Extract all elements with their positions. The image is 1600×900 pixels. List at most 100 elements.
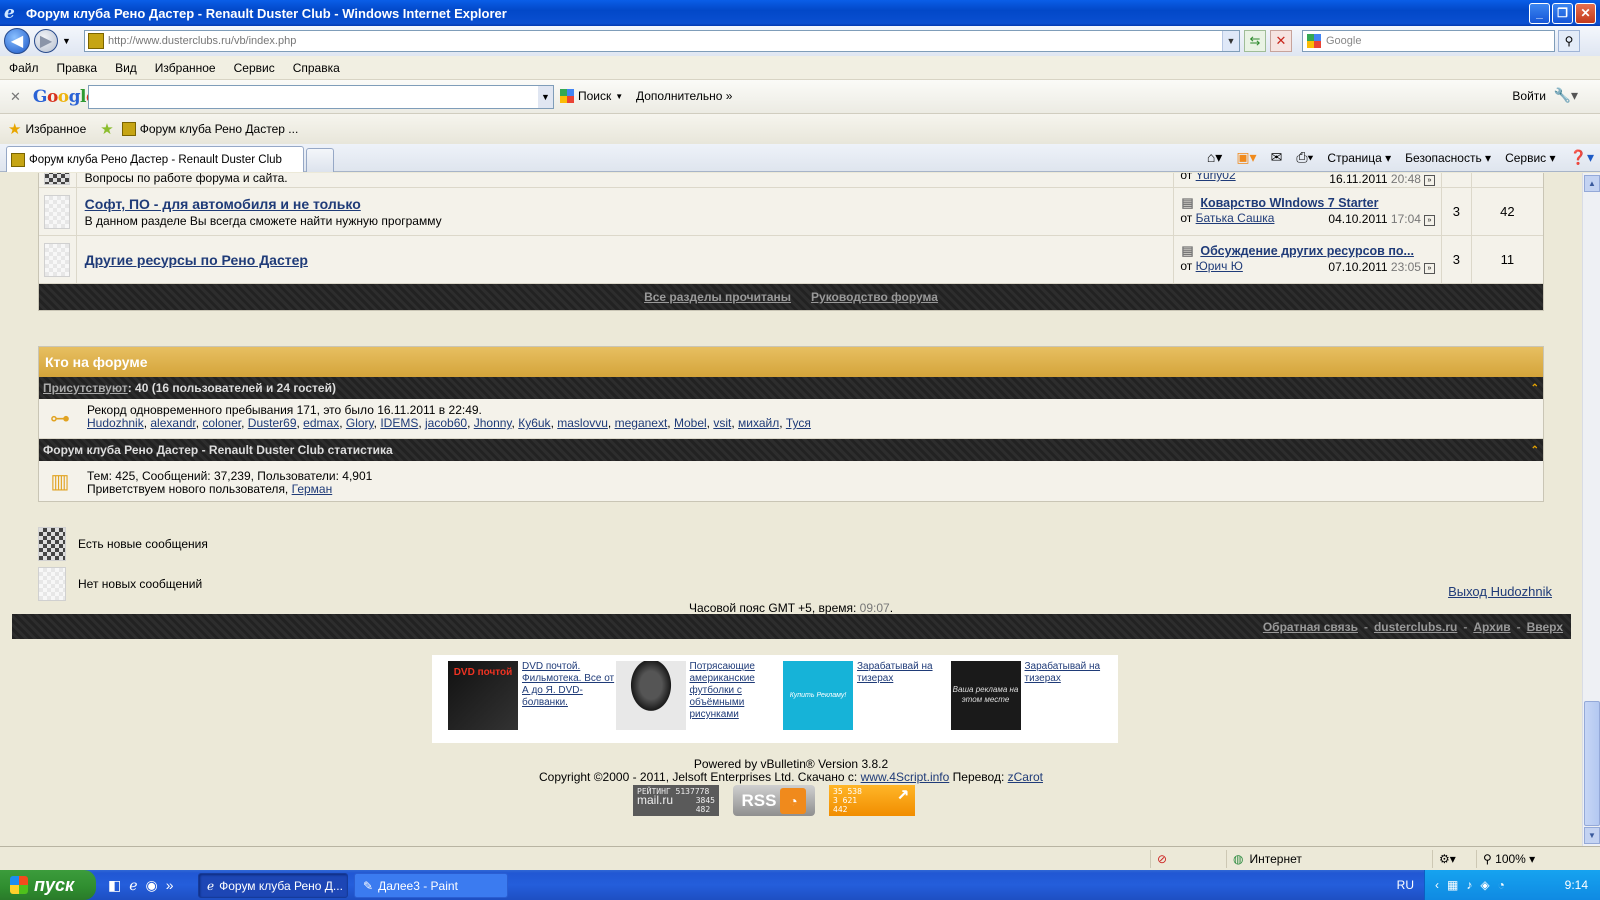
media-player-icon[interactable]: ◉ bbox=[146, 877, 158, 894]
browser-search-input[interactable]: Google bbox=[1302, 30, 1555, 52]
last-post-author[interactable]: Батька Сашка bbox=[1196, 211, 1275, 225]
home-icon[interactable]: ⌂▾ bbox=[1207, 149, 1222, 166]
show-desktop-icon[interactable]: ◧ bbox=[108, 877, 121, 894]
menu-help[interactable]: Справка bbox=[284, 61, 349, 75]
new-tab-button[interactable] bbox=[306, 148, 334, 172]
last-post-author[interactable]: Юрич Ю bbox=[1196, 259, 1243, 273]
menu-tools[interactable]: Сервис bbox=[225, 61, 284, 75]
mailru-rating-badge[interactable]: РЕЙТИНГ 5137778 mail.ru 3845 482 bbox=[633, 785, 719, 816]
start-button[interactable]: пуск bbox=[0, 870, 96, 900]
menu-view[interactable]: Вид bbox=[106, 61, 146, 75]
last-post-title-link[interactable]: Коварство WIndows 7 Starter bbox=[1180, 196, 1435, 210]
chevron-down-icon[interactable]: ▼ bbox=[538, 86, 553, 108]
go-to-last-post-icon[interactable]: » bbox=[1423, 175, 1435, 186]
site-link[interactable]: dusterclubs.ru bbox=[1374, 620, 1457, 634]
history-dropdown-icon[interactable]: ▼ bbox=[62, 36, 71, 46]
help-icon[interactable]: ❓▾ bbox=[1570, 149, 1594, 166]
security-center-icon[interactable]: ◈ bbox=[1480, 878, 1489, 892]
last-post-author[interactable]: Yuriy02 bbox=[1196, 173, 1236, 182]
page-menu[interactable]: Страница ▾ bbox=[1327, 151, 1391, 165]
address-dropdown-icon[interactable]: ▼ bbox=[1222, 31, 1239, 51]
rss-icon[interactable]: ▣▾ bbox=[1236, 149, 1256, 166]
online-user-link[interactable]: IDEMS bbox=[380, 416, 418, 430]
google-login-button[interactable]: Войти bbox=[1512, 89, 1546, 103]
ad-text-link[interactable]: Потрясающие американские футболки с объё… bbox=[690, 661, 784, 743]
google-search-input[interactable]: ▼ bbox=[88, 85, 554, 109]
address-input[interactable]: http://www.dusterclubs.ru/vb/index.php ▼ bbox=[84, 30, 1240, 52]
logout-link[interactable]: Выход Hudozhnik bbox=[1448, 584, 1552, 599]
tray-expand-icon[interactable]: ‹ bbox=[1435, 878, 1439, 892]
online-user-link[interactable]: Jhonny bbox=[474, 416, 512, 430]
vertical-scrollbar[interactable]: ▲ ▼ bbox=[1582, 173, 1600, 846]
present-link[interactable]: Присутствуют bbox=[43, 381, 128, 395]
zoom-control[interactable]: ⚲ 100% ▾ bbox=[1476, 850, 1556, 868]
security-menu[interactable]: Безопасность ▾ bbox=[1405, 151, 1491, 165]
language-indicator[interactable]: RU bbox=[1397, 878, 1414, 892]
online-user-link[interactable]: maslovvu bbox=[557, 416, 608, 430]
ad-image[interactable]: DVD почтой bbox=[448, 661, 518, 730]
scroll-thumb[interactable] bbox=[1584, 701, 1600, 826]
forum-guide-link[interactable]: Руководство форума bbox=[811, 290, 938, 304]
browser-tray-icon[interactable]: ◔ bbox=[1498, 878, 1505, 892]
online-user-link[interactable]: jacob60 bbox=[425, 416, 467, 430]
mail-icon[interactable]: ✉ bbox=[1271, 149, 1283, 166]
network-icon[interactable]: ▦ bbox=[1447, 878, 1458, 892]
refresh-button[interactable]: ⇆ bbox=[1244, 30, 1266, 52]
ad-image[interactable]: Ваша реклама на этом месте bbox=[950, 661, 1021, 730]
online-user-link[interactable]: vsit bbox=[713, 416, 731, 430]
rss-badge[interactable]: RSS ◔ bbox=[733, 785, 815, 816]
restore-button[interactable]: ❐ bbox=[1552, 3, 1573, 24]
online-user-link[interactable]: alexandr bbox=[150, 416, 195, 430]
close-toolbar-icon[interactable]: ✕ bbox=[10, 89, 21, 105]
ad-item[interactable]: Купить Рекламу! Зарабатывай на тизерах bbox=[783, 661, 951, 743]
online-user-link[interactable]: edmax bbox=[303, 416, 339, 430]
scroll-up-icon[interactable]: ▲ bbox=[1584, 175, 1600, 192]
favorite-link[interactable]: Форум клуба Рено Дастер ... bbox=[140, 122, 299, 136]
menu-favorites[interactable]: Избранное bbox=[146, 61, 225, 75]
popup-blocker-icon[interactable]: ⊘ bbox=[1150, 850, 1226, 868]
online-user-link[interactable]: Duster69 bbox=[248, 416, 297, 430]
go-to-last-post-icon[interactable]: » bbox=[1423, 263, 1435, 274]
go-to-last-post-icon[interactable]: » bbox=[1423, 215, 1435, 226]
online-user-link[interactable]: Mobel bbox=[674, 416, 707, 430]
tools-menu[interactable]: Сервис ▾ bbox=[1505, 151, 1555, 165]
online-user-link[interactable]: Glory bbox=[346, 416, 374, 430]
collapse-icon[interactable]: ⌃ bbox=[1531, 445, 1539, 456]
taskbar-paint-window[interactable]: ✎ Далее3 - Paint bbox=[354, 873, 508, 898]
ad-image[interactable] bbox=[615, 661, 686, 730]
ad-item[interactable]: Потрясающие американские футболки с объё… bbox=[615, 661, 784, 743]
search-icon[interactable]: ⚲ bbox=[1558, 30, 1580, 52]
protected-mode-icon[interactable]: ⚙▾ bbox=[1432, 850, 1476, 868]
tab-forum[interactable]: Форум клуба Рено Дастер - Renault Duster… bbox=[6, 146, 304, 172]
archive-link[interactable]: Архив bbox=[1473, 620, 1510, 634]
online-user-link[interactable]: Туся bbox=[786, 416, 811, 430]
back-button[interactable]: ◀ bbox=[4, 28, 30, 54]
mark-all-read-link[interactable]: Все разделы прочитаны bbox=[644, 290, 791, 304]
menu-edit[interactable]: Правка bbox=[48, 61, 107, 75]
top-link[interactable]: Вверх bbox=[1527, 620, 1563, 634]
menu-file[interactable]: Файл bbox=[0, 61, 48, 75]
print-icon[interactable]: ⎙▾ bbox=[1296, 149, 1313, 166]
minimize-button[interactable]: _ bbox=[1529, 3, 1550, 24]
ad-item[interactable]: DVD почтой DVD почтой. Фильмотека. Все о… bbox=[448, 661, 616, 743]
volume-icon[interactable]: ♪ bbox=[1466, 878, 1472, 892]
taskbar-ie-window[interactable]: ℯ Форум клуба Рено Д... bbox=[198, 873, 348, 898]
google-search-button[interactable]: Поиск ▼ bbox=[560, 89, 623, 103]
ad-image[interactable]: Купить Рекламу! bbox=[783, 661, 853, 730]
ad-text-link[interactable]: DVD почтой. Фильмотека. Все от А до Я. D… bbox=[522, 661, 616, 743]
feedback-link[interactable]: Обратная связь bbox=[1263, 620, 1358, 634]
online-user-link[interactable]: meganext bbox=[615, 416, 668, 430]
liveinternet-counter-badge[interactable]: 35 538 3 621 442 ↗ bbox=[829, 782, 915, 816]
stop-button[interactable]: ✕ bbox=[1270, 30, 1292, 52]
online-user-link[interactable]: михайл bbox=[738, 416, 779, 430]
close-window-button[interactable]: ✕ bbox=[1575, 3, 1596, 24]
forum-title-link[interactable]: Софт, ПО - для автомобиля и не только bbox=[85, 196, 361, 212]
forward-button[interactable]: ▶ bbox=[34, 29, 58, 53]
collapse-icon[interactable]: ⌃ bbox=[1531, 383, 1539, 394]
wrench-icon[interactable]: 🔧▾ bbox=[1554, 87, 1578, 104]
google-more-button[interactable]: Дополнительно » bbox=[636, 89, 732, 103]
quicklaunch-more-icon[interactable]: » bbox=[166, 877, 174, 894]
online-user-link[interactable]: Hudozhnik bbox=[87, 416, 144, 430]
forum-title-link[interactable]: Другие ресурсы по Рено Дастер bbox=[85, 252, 308, 268]
ad-text-link[interactable]: Зарабатывай на тизерах bbox=[1025, 661, 1119, 743]
